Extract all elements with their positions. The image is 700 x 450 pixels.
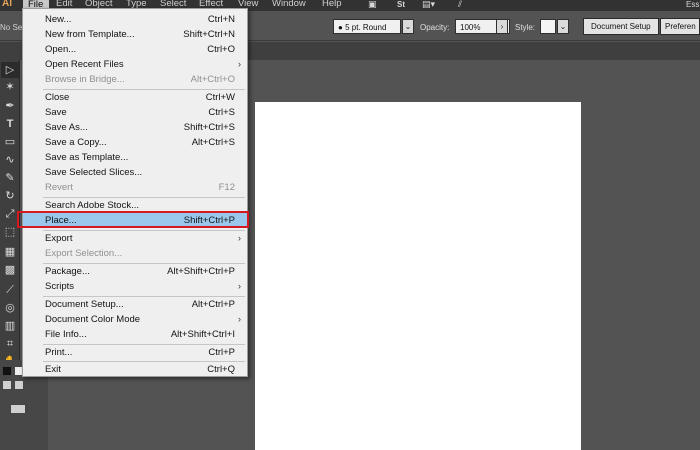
submenu-arrow-icon: › — [238, 59, 241, 69]
file-menu-dropdown: New... Ctrl+N New from Template... Shift+C… — [22, 8, 248, 377]
perspective-grid-tool-icon[interactable]: ▦ — [1, 244, 19, 260]
workspace-switcher[interactable]: Ess — [686, 0, 699, 9]
menu-item-package[interactable]: Package... Alt+Shift+Ctrl+P — [23, 264, 247, 279]
color-icon[interactable] — [2, 380, 12, 390]
brush-dot-icon: ● — [338, 23, 343, 32]
menu-item-print[interactable]: Print... Ctrl+P — [23, 345, 247, 360]
magic-wand-tool-icon[interactable]: ✶ — [1, 79, 19, 95]
opacity-label: Opacity: — [420, 23, 450, 32]
preferences-button[interactable]: Preferen — [660, 18, 700, 35]
eyedropper-tool-icon[interactable]: ⟋ — [1, 282, 19, 298]
place-highlight-outline — [17, 211, 249, 228]
symbol-sprayer-tool-icon[interactable]: ◎ — [1, 300, 19, 316]
submenu-arrow-icon: › — [238, 281, 241, 291]
menu-item-document-setup[interactable]: Document Setup... Alt+Ctrl+P — [23, 297, 247, 312]
gradient-icon[interactable] — [14, 380, 24, 390]
opacity-arrow-icon[interactable]: › — [496, 19, 508, 34]
bridge-icon[interactable]: ▣ — [368, 0, 377, 9]
paintbrush-tool-icon[interactable]: ∿ — [1, 152, 19, 168]
menu-item-export[interactable]: Export › — [23, 231, 247, 246]
menu-item-close[interactable]: Close Ctrl+W — [23, 90, 247, 105]
type-tool-icon[interactable]: T — [1, 116, 19, 132]
column-graph-tool-icon[interactable]: ▥ — [1, 318, 19, 334]
gpu-performance-icon[interactable]: ⫽ — [458, 0, 462, 9]
artboard[interactable] — [255, 102, 581, 450]
menu-item-open[interactable]: Open... Ctrl+O — [23, 42, 247, 57]
menu-item-save-as[interactable]: Save As... Shift+Ctrl+S — [23, 120, 247, 135]
chevron-down-icon[interactable]: ⌄ — [402, 19, 414, 34]
menu-item-file-info[interactable]: File Info... Alt+Shift+Ctrl+I — [23, 327, 247, 342]
menu-item-exit[interactable]: Exit Ctrl+Q — [23, 362, 247, 377]
selection-tool-icon[interactable]: ▷ — [1, 62, 19, 78]
menu-window[interactable]: Window — [272, 0, 306, 9]
menu-help[interactable]: Help — [322, 0, 342, 9]
rectangle-tool-icon[interactable]: ▭ — [1, 134, 19, 150]
menu-item-export-selection: Export Selection... — [45, 248, 123, 259]
stock-icon[interactable]: St — [397, 0, 405, 9]
app-logo: AI — [2, 0, 12, 9]
style-swatch[interactable] — [540, 19, 556, 34]
submenu-arrow-icon: › — [238, 233, 241, 243]
pen-tool-icon[interactable]: ✒ — [1, 98, 19, 114]
style-label: Style: — [515, 23, 536, 32]
menu-item-new[interactable]: New... Ctrl+N — [23, 12, 247, 27]
rotate-tool-icon[interactable]: ↻ — [1, 188, 19, 204]
artboard-tool-icon[interactable]: ⌗ — [1, 336, 19, 352]
style-chevron-icon[interactable]: ⌄ — [557, 19, 569, 34]
arrange-documents-icon[interactable]: ▤▾ — [422, 0, 435, 9]
menu-item-document-color-mode[interactable]: Document Color Mode › — [23, 312, 247, 327]
mesh-tool-icon[interactable]: ▩ — [1, 262, 19, 278]
change-screen-mode-icon[interactable] — [10, 404, 26, 414]
submenu-arrow-icon: › — [238, 314, 241, 324]
menu-item-save-selected-slices[interactable]: Save Selected Slices... — [23, 165, 247, 180]
menu-item-open-recent-files[interactable]: Open Recent Files › — [23, 57, 247, 72]
menu-item-save-a-copy[interactable]: Save a Copy... Alt+Ctrl+S — [23, 135, 247, 150]
shaper-tool-icon[interactable]: ✎ — [1, 170, 19, 186]
menu-item-scripts[interactable]: Scripts › — [23, 279, 247, 294]
menu-item-save-as-template[interactable]: Save as Template... — [23, 150, 247, 165]
stroke-profile-dropdown[interactable]: ● 5 pt. Round — [333, 19, 401, 34]
default-fill-stroke-icon[interactable] — [2, 366, 12, 376]
selection-status: No Se — [0, 23, 23, 32]
menu-item-new-from-template[interactable]: New from Template... Shift+Ctrl+N — [23, 27, 247, 42]
document-setup-button[interactable]: Document Setup — [583, 18, 659, 35]
menu-item-browse-in-bridge: Browse in Bridge... Alt+Ctrl+O — [45, 74, 235, 85]
menu-item-save[interactable]: Save Ctrl+S — [23, 105, 247, 120]
stroke-profile-value: 5 pt. Round — [345, 23, 387, 32]
menu-item-revert: Revert F12 — [45, 182, 235, 193]
